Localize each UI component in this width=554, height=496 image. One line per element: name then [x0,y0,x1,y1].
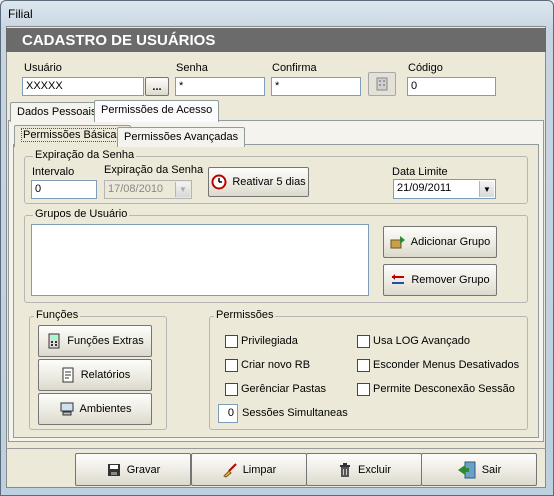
usuario-label: Usuário [24,62,62,74]
confirma-label: Confirma [272,62,317,74]
criar-rb-label: Criar novo RB [241,359,311,371]
data-limite-value: 21/09/2011 [397,182,452,194]
calculator-icon [48,333,60,349]
gerenciar-pastas-label: Gerênciar Pastas [241,383,326,395]
adicionar-grupo-button[interactable]: Adicionar Grupo [383,226,497,258]
computer-icon [60,402,73,416]
add-group-icon [390,236,405,249]
permite-desconexao-checkbox[interactable] [357,383,370,396]
relatorios-button[interactable]: Relatórios [38,359,152,391]
expiracao-date-combo: 17/08/2010 ▼ [104,180,192,199]
limpar-button[interactable]: Limpar [191,453,307,486]
chevron-down-icon: ▼ [175,182,190,197]
reativar-label: Reativar 5 dias [232,176,306,188]
expiracao-group-title: Expiração da Senha [33,149,137,161]
ambientes-label: Ambientes [79,403,132,415]
privilegiada-checkbox[interactable] [225,335,238,348]
permissoes-group-title: Permissões [214,309,276,321]
data-limite-combo[interactable]: 21/09/2011 ▼ [393,179,496,199]
reativar-button[interactable]: Reativar 5 dias [208,167,309,197]
intervalo-field[interactable]: 0 [31,180,97,199]
trash-icon [339,462,350,477]
expiracao-date-value: 17/08/2010 [108,183,164,195]
adicionar-grupo-label: Adicionar Grupo [410,236,491,248]
remove-group-icon [392,274,405,284]
gravar-button[interactable]: Gravar [75,453,191,486]
senha-label: Senha [176,62,208,74]
exit-door-icon [457,461,476,478]
sessoes-label: Sessões Simultaneas [242,407,348,419]
remover-grupo-button[interactable]: Remover Grupo [383,264,497,296]
esconder-menus-checkbox[interactable] [357,359,370,372]
data-limite-label: Data Limite [392,166,448,178]
gravar-label: Gravar [126,463,161,476]
ambientes-button[interactable]: Ambientes [38,393,152,425]
expiracao-date-label: Expiração da Senha [104,164,204,176]
page-title: CADASTRO DE USUÁRIOS [22,32,216,49]
save-icon [107,463,120,476]
tab-permissoes-basicas-label: Permissões Básicas [21,128,125,142]
funcoes-extras-button[interactable]: Funções Extras [38,325,152,357]
tab-permissoes-basicas[interactable]: Permissões Básicas [14,125,132,147]
usuario-field[interactable]: XXXXX [22,77,144,96]
confirma-field[interactable]: * [271,77,361,96]
gerenciar-pastas-checkbox[interactable] [225,383,238,396]
remover-grupo-label: Remover Grupo [411,274,490,286]
tab-dados-pessoais[interactable]: Dados Pessoais [10,102,104,122]
browse-user-button[interactable]: ... [145,77,169,96]
privilegiada-label: Privilegiada [241,335,298,347]
funcoes-group-title: Funções [34,309,81,321]
tab-permissoes-avancadas[interactable]: Permissões Avançadas [117,127,246,147]
esconder-menus-label: Esconder Menus Desativados [373,359,520,371]
relatorios-label: Relatórios [80,369,131,381]
report-icon [62,367,74,383]
page-header: CADASTRO DE USUÁRIOS [6,28,546,52]
excluir-label: Excluir [357,463,391,476]
limpar-label: Limpar [242,463,277,476]
sessoes-field[interactable]: 0 [218,404,238,423]
criar-rb-checkbox[interactable] [225,359,238,372]
grupos-list[interactable] [31,224,369,296]
key-pad-icon [376,77,388,91]
grupos-group-title: Grupos de Usuário [33,208,130,220]
sair-button[interactable]: Sair [421,453,537,486]
sair-label: Sair [481,463,502,476]
window-title: Filial [8,7,33,21]
key-button[interactable] [368,72,396,96]
usa-log-checkbox[interactable] [357,335,370,348]
usa-log-label: Usa LOG Avançado [373,335,471,347]
footer-divider [6,448,546,449]
intervalo-label: Intervalo [32,166,75,178]
permite-desconexao-label: Permite Desconexão Sessão [373,383,515,395]
funcoes-extras-label: Funções Extras [67,335,144,347]
clock-reset-icon [211,174,227,190]
broom-icon [222,462,237,478]
senha-field[interactable]: * [175,77,265,96]
chevron-down-icon[interactable]: ▼ [479,181,494,197]
excluir-button[interactable]: Excluir [306,453,422,486]
codigo-field[interactable]: 0 [407,77,496,96]
codigo-label: Código [408,62,443,74]
tab-permissoes-acesso[interactable]: Permissões de Acesso [94,100,220,122]
